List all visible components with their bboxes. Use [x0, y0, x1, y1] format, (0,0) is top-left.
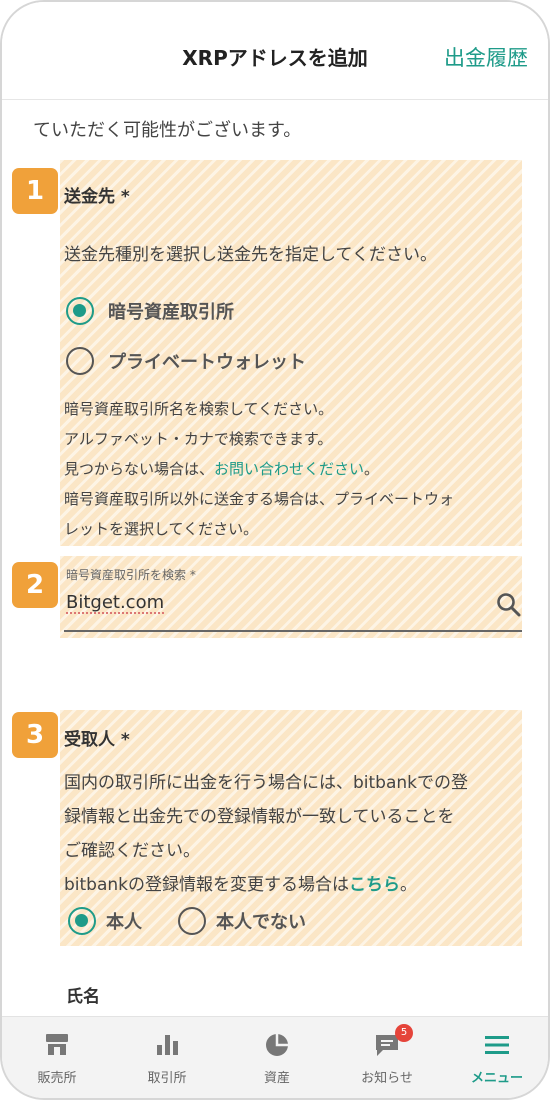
destination-instruction: 送金先種別を選択し送金先を指定してください。 — [64, 245, 437, 265]
radio-self[interactable]: 本人 — [68, 907, 142, 935]
recipient-label: 受取人 * — [64, 730, 130, 750]
nav-item-shop[interactable]: 販売所 — [2, 1017, 112, 1098]
phone-frame: XRPアドレスを追加 出金履歴 ていただく可能性がございます。 1 送金先 * … — [0, 0, 550, 1100]
change-registration-link[interactable]: こちら — [349, 875, 400, 895]
nav-item-menu[interactable]: メニュー — [442, 1017, 548, 1098]
bar-chart-icon — [157, 1035, 178, 1055]
step-badge-2: 2 — [12, 562, 58, 608]
app-header: XRPアドレスを追加 出金履歴 — [2, 2, 548, 100]
name-label: 氏名 — [66, 987, 100, 1007]
help-line-4: 暗号資産取引所以外に送金する場合は、プライベートウォ — [64, 490, 455, 508]
exchange-search-label: 暗号資産取引所を検索 * — [66, 568, 196, 582]
nav-item-notifications[interactable]: 5 お知らせ — [332, 1017, 442, 1098]
shop-icon — [46, 1034, 68, 1055]
recipient-line-4-prefix: bitbankの登録情報を変更する場合は — [64, 875, 350, 895]
recipient-line-1: 国内の取引所に出金を行う場合には、bitbankでの登 — [64, 773, 469, 793]
radio-checked-icon[interactable] — [66, 297, 94, 325]
withdrawal-history-link[interactable]: 出金履歴 — [444, 42, 528, 72]
radio-unchecked-icon[interactable] — [66, 347, 94, 375]
help-line-1: 暗号資産取引所名を検索してください。 — [64, 400, 334, 418]
radio-unchecked-icon[interactable] — [178, 907, 206, 935]
nav-label-notifications: お知らせ — [361, 1071, 413, 1086]
nav-item-exchange[interactable]: 取引所 — [112, 1017, 222, 1098]
nav-label-shop: 販売所 — [37, 1071, 77, 1086]
intro-text: ていただく可能性がございます。 — [33, 120, 302, 141]
nav-label-menu: メニュー — [470, 1071, 523, 1086]
contact-us-link[interactable]: お問い合わせください — [214, 460, 364, 478]
notification-count-badge: 5 — [395, 1024, 413, 1042]
radio-private-wallet-label: プライベートウォレット — [108, 352, 306, 373]
help-line-3-suffix: 。 — [364, 460, 380, 478]
search-icon[interactable] — [496, 592, 522, 618]
radio-not-self-label: 本人でない — [216, 912, 306, 933]
exchange-search-underline — [64, 630, 522, 632]
radio-not-self[interactable]: 本人でない — [178, 907, 306, 935]
nav-label-assets: 資産 — [263, 1071, 290, 1086]
nav-item-assets[interactable]: 資産 — [222, 1017, 332, 1098]
radio-checked-icon[interactable] — [68, 907, 96, 935]
step-badge-1: 1 — [12, 168, 58, 214]
recipient-line-4: bitbankの登録情報を変更する場合はこちら。 — [64, 870, 417, 895]
exchange-search-input[interactable]: Bitget.com — [66, 592, 164, 613]
radio-exchange-label: 暗号資産取引所 — [108, 302, 234, 323]
recipient-line-3: ご確認ください。 — [64, 841, 200, 861]
radio-exchange[interactable]: 暗号資産取引所 — [66, 297, 234, 325]
bottom-navigation: 販売所 取引所 資産 5 お知らせ メニュー — [2, 1016, 548, 1098]
nav-label-exchange: 取引所 — [147, 1071, 187, 1086]
destination-label: 送金先 * — [64, 187, 130, 207]
recipient-line-4-suffix: 。 — [400, 875, 418, 895]
radio-private-wallet[interactable]: プライベートウォレット — [66, 347, 306, 375]
help-line-2: アルファベット・カナで検索できます。 — [64, 430, 333, 448]
recipient-line-2: 録情報と出金先での登録情報が一致していることを — [64, 807, 455, 827]
form-content[interactable]: ていただく可能性がございます。 1 送金先 * 送金先種別を選択し送金先を指定し… — [2, 100, 548, 1016]
step-badge-3: 3 — [12, 712, 58, 758]
radio-self-label: 本人 — [106, 912, 142, 933]
help-line-3-prefix: 見つからない場合は、 — [64, 460, 215, 478]
help-line-5: レットを選択してください。 — [64, 520, 259, 538]
hamburger-menu-icon — [485, 1036, 509, 1054]
pie-chart-icon — [266, 1034, 288, 1056]
help-line-3: 見つからない場合は、お問い合わせください。 — [64, 458, 379, 479]
